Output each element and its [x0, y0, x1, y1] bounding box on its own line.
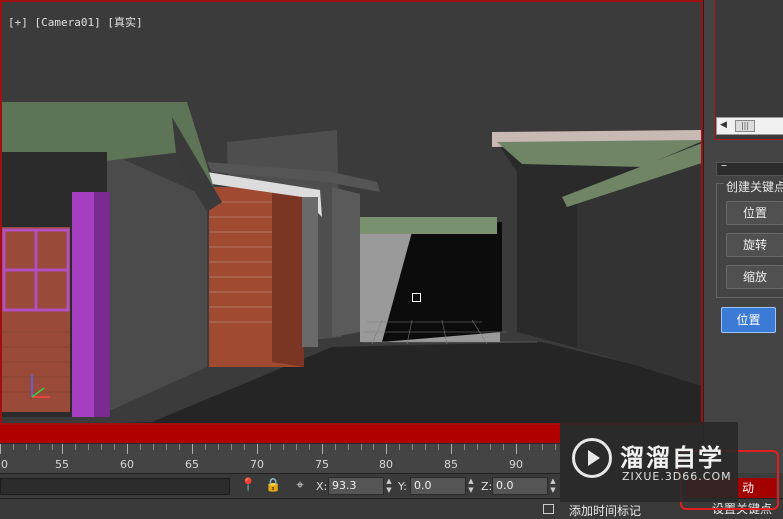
ruler-tick: [101, 444, 102, 450]
ruler-tick: [231, 444, 232, 450]
ruler-tick: [399, 444, 400, 450]
camera-viewport[interactable]: [+] [Camera01] [真实]: [0, 0, 703, 425]
rollout-header[interactable]: –: [716, 158, 783, 176]
ruler-tick: [88, 444, 89, 450]
ruler-tick: [412, 444, 413, 450]
ruler-tick: [205, 444, 206, 450]
ruler-tick: [0, 444, 1, 454]
horizontal-scrollbar[interactable]: ◀ |||: [716, 117, 783, 135]
scale-key-button[interactable]: 缩放: [726, 265, 783, 289]
collapse-toggle[interactable]: –: [721, 158, 727, 172]
command-panel: ◀ ||| – 创建关键点 位置 旋转 缩放 位置: [703, 0, 783, 473]
ruler-tick: [62, 444, 63, 454]
tick-label: 90: [509, 458, 523, 471]
ruler-tick: [75, 444, 76, 450]
watermark-url: ZIXUE.3D66.COM: [622, 470, 732, 483]
ruler-tick: [192, 444, 193, 454]
play-icon: [588, 450, 600, 466]
ruler-tick: [296, 444, 297, 450]
ruler-tick: [542, 444, 543, 450]
tick-label: 75: [315, 458, 329, 471]
scroll-left-icon[interactable]: ◀: [720, 120, 727, 130]
ruler-tick: [52, 444, 53, 450]
scrollbar-thumb[interactable]: |||: [735, 120, 755, 132]
tick-label: 85: [444, 458, 458, 471]
ruler-tick: [257, 444, 258, 454]
tick-label: 65: [185, 458, 199, 471]
x-coordinate-field[interactable]: 93.3: [328, 477, 384, 495]
ruler-tick: [153, 444, 154, 450]
ruler-tick: [425, 444, 426, 450]
tick-label: 55: [55, 458, 69, 471]
ruler-tick: [39, 444, 40, 450]
position-active-button[interactable]: 位置: [721, 307, 776, 333]
absolute-mode-icon[interactable]: ⌖: [292, 477, 308, 495]
ruler-tick: [283, 444, 284, 450]
tick-label: 60: [120, 458, 134, 471]
create-key-group-title: 创建关键点: [724, 178, 783, 195]
z-coordinate-field[interactable]: 0.0: [492, 477, 548, 495]
ruler-tick: [218, 444, 219, 450]
ruler-tick: [114, 444, 115, 450]
position-key-button[interactable]: 位置: [726, 201, 783, 225]
ruler-tick: [13, 444, 14, 450]
ruler-tick: [140, 444, 141, 450]
y-coordinate-field[interactable]: 0.0: [410, 477, 466, 495]
x-label: X:: [316, 480, 328, 493]
ruler-tick: [309, 444, 310, 450]
watermark: 溜溜自学 ZIXUE.3D66.COM: [560, 422, 738, 502]
ruler-tick: [26, 444, 27, 450]
y-spinner[interactable]: ▲ ▼: [466, 477, 476, 495]
ruler-tick: [348, 444, 349, 450]
ruler-tick: [322, 444, 323, 454]
ruler-tick: [361, 444, 362, 450]
isolate-selection-icon[interactable]: 📍: [240, 477, 256, 495]
ruler-tick: [386, 444, 387, 454]
ruler-tick: [503, 444, 504, 450]
ruler-tick: [438, 444, 439, 450]
ruler-tick: [464, 444, 465, 450]
ruler-tick: [244, 444, 245, 450]
z-spinner[interactable]: ▲ ▼: [548, 477, 558, 495]
z-label: Z:: [481, 480, 493, 493]
ruler-tick: [451, 444, 452, 454]
timeline-ruler[interactable]: 50 55 60 65 70 75 80 85 90: [0, 443, 560, 474]
time-tag-icon[interactable]: [543, 504, 554, 514]
watermark-logo-icon: [572, 438, 612, 478]
lock-icon[interactable]: 🔒: [265, 477, 281, 495]
ruler-tick: [179, 444, 180, 450]
ruler-tick: [516, 444, 517, 454]
tick-label: 50: [0, 458, 8, 471]
ruler-tick: [335, 444, 336, 450]
scene-render: [2, 2, 701, 423]
watermark-title: 溜溜自学: [620, 444, 724, 472]
timeline-track-bar[interactable]: [0, 425, 560, 443]
ruler-tick: [166, 444, 167, 450]
ruler-tick: [529, 444, 530, 450]
tick-label: 70: [250, 458, 264, 471]
rotate-key-button[interactable]: 旋转: [726, 233, 783, 257]
tick-label: 80: [379, 458, 393, 471]
add-time-tag-button[interactable]: 添加时间标记: [569, 502, 641, 519]
y-label: Y:: [398, 480, 407, 493]
ruler-tick: [555, 444, 556, 450]
viewport-label[interactable]: [+] [Camera01] [真实]: [8, 14, 143, 30]
ruler-tick: [490, 444, 491, 450]
ruler-tick: [270, 444, 271, 450]
ruler-tick: [373, 444, 374, 450]
ruler-tick: [127, 444, 128, 454]
maxscript-listener-field[interactable]: [0, 478, 230, 495]
x-spinner[interactable]: ▲ ▼: [384, 477, 394, 495]
ruler-tick: [477, 444, 478, 450]
selection-cursor: [412, 293, 421, 302]
status-bar: 📍 🔒 ⌖ X: 93.3 ▲ ▼ Y: 0.0 ▲ ▼ Z: 0.0 ▲ ▼: [0, 473, 560, 499]
